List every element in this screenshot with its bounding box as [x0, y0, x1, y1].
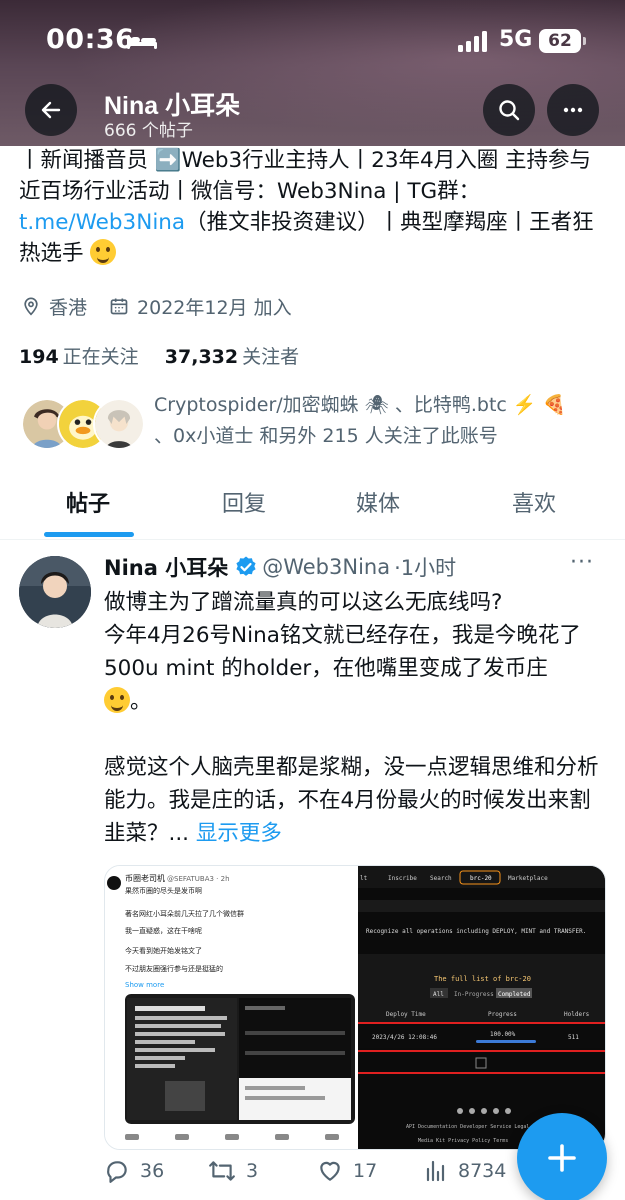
media-left-name: 币圈老司机 — [125, 873, 165, 883]
tweet-image-2[interactable]: lt Inscribe Search brc-20 Marketplace Re… — [358, 866, 605, 1149]
status-time: 00:36 — [46, 24, 135, 55]
media-left-line-3: 今天看到她开始发铭文了 — [125, 946, 202, 955]
brc20-site-screenshot: lt Inscribe Search brc-20 Marketplace Re… — [358, 866, 605, 1144]
tweet-author-handle[interactable]: @Web3Nina — [262, 555, 390, 579]
media-right-col-2: Holders — [564, 1011, 590, 1018]
tab-replies[interactable]: 回复 — [222, 486, 266, 518]
reply-button[interactable]: 36 — [104, 1158, 164, 1184]
compose-post-button[interactable] — [517, 1113, 607, 1200]
tweet-header: Nina 小耳朵 @Web3Nina ·1小时 — [104, 552, 456, 582]
retweet-count: 3 — [246, 1160, 259, 1182]
views-button[interactable]: 8734 — [424, 1158, 506, 1184]
tweet-author-avatar[interactable] — [19, 556, 91, 628]
profile-tabs: 帖子 回复 媒体 喜欢 — [0, 478, 625, 540]
cellular-signal-icon — [458, 30, 490, 52]
media-left-line-0: 果然币圈的尽头是发币啊 — [125, 886, 202, 895]
retweet-icon — [209, 1161, 235, 1181]
bio-text: 丨新闻播音员 ➡️Web3行业主持人丨23年4月入圈 主持参与近百场行业活动丨微… — [19, 148, 592, 204]
reply-icon — [107, 1161, 127, 1183]
followers-label: 关注者 — [242, 346, 300, 368]
media-right-col-0: Deploy Time — [386, 1011, 426, 1018]
like-count: 17 — [353, 1160, 378, 1182]
media-right-nav-3: brc-20 — [470, 875, 492, 882]
tweet-author-name[interactable]: Nina 小耳朵 — [104, 552, 228, 582]
media-right-filter-0: All — [433, 991, 444, 998]
heart-icon — [320, 1161, 340, 1181]
sleep-mode-icon — [127, 33, 157, 49]
profile-meta: 香港 2022年12月 加入 — [21, 292, 314, 320]
profile-bio: 丨新闻播音员 ➡️Web3行业主持人丨23年4月入圈 主持参与近百场行业活动丨微… — [19, 145, 609, 269]
media-left-line-2: 我一直疑惑，这在干啥呢 — [125, 926, 202, 935]
location-item: 香港 — [21, 293, 87, 320]
more-options-button[interactable] — [547, 84, 599, 136]
search-icon — [499, 100, 520, 121]
media-right-nav-1: Inscribe — [388, 875, 417, 882]
zany-face-emoji-icon — [90, 239, 117, 265]
media-left-show-more: Show more — [125, 981, 164, 989]
tweet-para-1: 做博主为了蹭流量真的可以这么无底线吗? 今年4月26号Nina铭文就已经存在，我… — [104, 590, 581, 681]
media-right-col-1: Progress — [488, 1011, 517, 1018]
following-label: 正在关注 — [62, 346, 139, 368]
followers-count: 37,332 — [164, 346, 239, 368]
tweet-body: 做博主为了蹭流量真的可以这么无底线吗? 今年4月26号Nina铭文就已经存在，我… — [104, 586, 609, 883]
retweet-button[interactable]: 3 — [208, 1158, 258, 1184]
media-right-nav-2: Search — [430, 875, 452, 882]
embedded-tweet-screenshot: 币圈老司机 @SEFATUBA3 · 2h 果然币圈的尽头是发币啊 著名网红小耳… — [107, 873, 355, 1140]
arrow-left-icon — [41, 101, 61, 119]
followed-by-text[interactable]: Cryptospider/加密蜘蛛 🕷 、比特鸭.btc ⚡️ 🍕 、0x小道士… — [154, 390, 574, 452]
tab-media[interactable]: 媒体 — [356, 486, 400, 518]
tab-likes[interactable]: 喜欢 — [512, 486, 556, 518]
reply-count: 36 — [140, 1160, 165, 1182]
media-right-footer: API Documentation Developer Service Lega… — [406, 1124, 529, 1130]
media-right-heading: The full list of brc-20 — [434, 975, 531, 983]
media-right-desc: Recognize all operations including DEPLO… — [366, 928, 586, 935]
tab-posts[interactable]: 帖子 — [66, 486, 110, 518]
media-left-handle: @SEFATUBA3 · 2h — [167, 875, 230, 883]
tweet-timestamp[interactable]: ·1小时 — [394, 552, 456, 582]
verified-badge-icon — [236, 556, 256, 576]
tweet-para-1-tail: 。 — [130, 689, 152, 714]
media-right-nav-0: lt — [360, 875, 368, 882]
like-button[interactable]: 17 — [317, 1158, 377, 1184]
active-tab-indicator — [44, 532, 134, 537]
post-count: 666 个帖子 — [104, 121, 193, 141]
avatar — [93, 398, 145, 450]
calendar-icon — [110, 298, 128, 315]
joined-item: 2022年12月 加入 — [109, 293, 292, 320]
plus-icon — [548, 1144, 576, 1172]
location-pin-icon — [24, 297, 38, 316]
bio-telegram-link[interactable]: t.me/Web3Nina — [19, 210, 185, 235]
tweet-para-2: 感觉这个人脑壳里都是浆糊，没一点逻辑思维和分析能力。我是庄的话，不在4月份最火的… — [104, 755, 599, 846]
followers-you-know-avatars[interactable] — [21, 398, 147, 454]
sweat-smile-emoji-icon — [104, 687, 130, 713]
analytics-icon — [426, 1160, 445, 1182]
media-right-filter-2: Completed — [498, 991, 531, 998]
search-button[interactable] — [483, 84, 535, 136]
battery-icon: 62 — [539, 29, 586, 53]
media-right-row-0: 2023/4/26 12:08:46 — [372, 1034, 437, 1041]
following-count: 194 — [19, 346, 59, 368]
avatar — [19, 556, 91, 628]
media-right-row-2: 511 — [568, 1034, 579, 1041]
media-left-line-1: 著名网红小耳朵前几天拉了几个微信群 — [125, 909, 244, 918]
show-more-link[interactable]: 显示更多 — [196, 821, 282, 846]
media-right-nav-4: Marketplace — [508, 875, 548, 882]
media-right-row-1: 100.00% — [490, 1031, 516, 1038]
tweet-image-1[interactable]: 币圈老司机 @SEFATUBA3 · 2h 果然币圈的尽头是发币啊 著名网红小耳… — [105, 866, 358, 1149]
joined-text: 2022年12月 加入 — [137, 296, 292, 319]
view-count: 8734 — [458, 1160, 507, 1182]
followers-link[interactable]: 37,332 关注者 — [165, 346, 299, 368]
media-right-filter-1: In-Progress — [454, 991, 494, 998]
network-type: 5G — [499, 27, 533, 52]
location-text: 香港 — [49, 296, 88, 319]
back-button[interactable] — [25, 84, 77, 136]
tweet-more-options-icon[interactable]: ··· — [570, 550, 594, 575]
status-bar: 00:36 5G 62 — [0, 0, 625, 80]
following-link[interactable]: 194 正在关注 — [19, 346, 139, 368]
follow-stats: 194 正在关注 37,332 关注者 — [19, 342, 299, 369]
tweet-media-grid[interactable]: 币圈老司机 @SEFATUBA3 · 2h 果然币圈的尽头是发币啊 著名网红小耳… — [104, 865, 606, 1150]
media-left-line-4: 不过朋友圈强行参与还是挺猛的 — [125, 964, 223, 973]
media-right-footer-2: Media Kit Privacy Policy Terms — [418, 1138, 508, 1144]
more-horizontal-icon — [563, 107, 583, 113]
